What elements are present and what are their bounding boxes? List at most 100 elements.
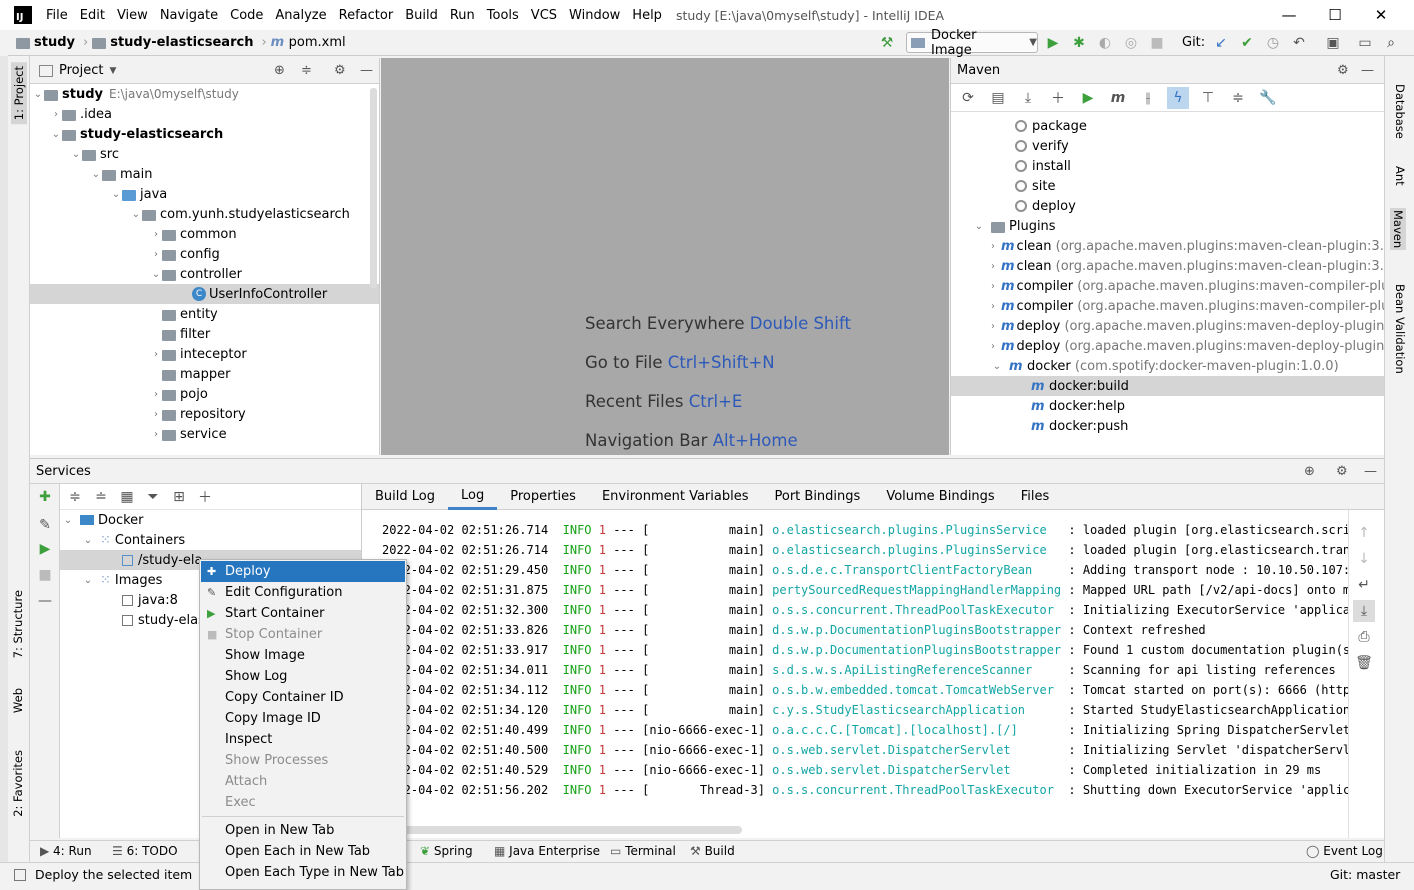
add-icon[interactable]: ＋ (1047, 87, 1069, 109)
tree-row[interactable]: ⌄ controller (30, 264, 379, 284)
menu-file[interactable]: File (46, 8, 68, 23)
panel-toggle-icon[interactable] (14, 869, 26, 881)
tree-row[interactable]: ⌄ study-elasticsearch (30, 124, 379, 144)
log-console[interactable]: 2022-04-02 02:51:26.714 INFO 1 --- [ mai… (362, 510, 1348, 838)
tab-volume-bindings[interactable]: Volume Bindings (873, 484, 1007, 510)
lifecycle-item[interactable]: verify (951, 136, 1384, 156)
menu-vcs[interactable]: VCS (531, 8, 557, 23)
debug-icon[interactable]: ✱ (1068, 32, 1090, 54)
lifecycle-item[interactable]: install (951, 156, 1384, 176)
new-tab-icon[interactable]: ⊞ (168, 486, 190, 508)
collapse-all-icon[interactable]: ≑ (301, 63, 312, 78)
locate-icon[interactable]: ⊕ (1304, 464, 1315, 479)
tool-tab-run[interactable]: ▶ 4: Run (40, 844, 92, 858)
menu-item-open-in-new-tab[interactable]: Open in New Tab (201, 820, 405, 841)
tool-tab-bean-validation[interactable]: Bean Validation (1393, 284, 1407, 374)
group-by-icon[interactable]: ▦ (116, 486, 138, 508)
locate-icon[interactable]: ⊕ (274, 63, 285, 78)
arrow-up-icon[interactable]: ↑ (1353, 522, 1375, 544)
filter-icon[interactable]: ⏷ (142, 486, 164, 508)
stop-icon[interactable]: ■ (1146, 32, 1168, 54)
tree-row[interactable]: ⌄ src (30, 144, 379, 164)
tool-tab-terminal[interactable]: ▭ Terminal (610, 844, 676, 858)
menu-edit[interactable]: Edit (80, 8, 105, 23)
tree-row[interactable]: › inteceptor (30, 344, 379, 364)
menu-item-show-processes[interactable]: Show Processes (201, 750, 405, 771)
plugin-item[interactable]: › m deploy (org.apache.maven.plugins:maven… (951, 336, 1384, 356)
menu-build[interactable]: Build (405, 8, 438, 23)
menu-item-inspect[interactable]: Inspect (201, 729, 405, 750)
tool-tab-favorites[interactable]: 2: Favorites (11, 750, 25, 817)
hide-icon[interactable]: — (1361, 63, 1374, 78)
build-hammer-icon[interactable]: ⚒ (876, 32, 898, 54)
tree-row[interactable]: entity (30, 304, 379, 324)
collapse-all-icon[interactable]: ≑ (1227, 87, 1249, 109)
tree-row[interactable]: ⌄ com.yunh.studyelasticsearch (30, 204, 379, 224)
goal-item[interactable]: m docker:help (951, 396, 1384, 416)
goal-item-selected[interactable]: m docker:build (951, 376, 1384, 396)
add-service-icon[interactable]: ＋ (194, 486, 216, 508)
menu-item-exec[interactable]: Exec (201, 792, 405, 813)
presentation-icon[interactable]: ▭ (1354, 32, 1376, 54)
run-icon[interactable]: ▶ (1077, 87, 1099, 109)
project-title[interactable]: Project (59, 63, 103, 78)
breadcrumb-study[interactable]: study (34, 35, 75, 50)
tree-row[interactable]: ⌄ study E:\java\0myself\study (30, 84, 379, 104)
run-icon[interactable]: ▶ (34, 538, 56, 560)
tool-tab-java-enterprise[interactable]: ▦ Java Enterprise (494, 844, 600, 858)
gear-icon[interactable]: ⚙ (1336, 464, 1348, 479)
search-icon[interactable]: ⌕ (1380, 32, 1402, 54)
skip-tests-icon[interactable]: ϟ (1167, 86, 1189, 109)
menu-help[interactable]: Help (632, 8, 662, 23)
menu-code[interactable]: Code (230, 8, 263, 23)
hide-icon[interactable]: — (1364, 464, 1377, 479)
menu-tools[interactable]: Tools (487, 8, 519, 23)
lifecycle-item[interactable]: package (951, 116, 1384, 136)
generate-sources-icon[interactable]: ▤ (987, 87, 1009, 109)
tool-tab-project[interactable]: 1: Project (11, 62, 27, 125)
tab-build-log[interactable]: Build Log (362, 484, 448, 510)
tree-row[interactable]: › common (30, 224, 379, 244)
breadcrumb-pom[interactable]: pom.xml (289, 35, 346, 50)
goal-item[interactable]: m docker:push (951, 416, 1384, 436)
menu-window[interactable]: Window (569, 8, 620, 23)
menu-item-stop-container[interactable]: ■ Stop Container (201, 624, 405, 645)
trash-icon[interactable]: 🗑 (1353, 652, 1375, 674)
execute-goal-icon[interactable]: m (1107, 87, 1129, 109)
toggle-offline-icon[interactable]: ⫲ (1137, 87, 1159, 109)
collapse-all-icon[interactable]: ≐ (90, 486, 112, 508)
scrollbar[interactable] (370, 88, 377, 288)
plugin-item[interactable]: › m clean (org.apache.maven.plugins:maven-… (951, 256, 1384, 276)
expand-all-icon[interactable]: ≑ (64, 486, 86, 508)
breadcrumb-study-elasticsearch[interactable]: study-elasticsearch (110, 35, 253, 50)
menu-item-show-log[interactable]: Show Log (201, 666, 405, 687)
lifecycle-item[interactable]: deploy (951, 196, 1384, 216)
menu-run[interactable]: Run (450, 8, 475, 23)
tool-tab-web[interactable]: Web (11, 688, 25, 713)
tree-row[interactable]: ⌄ main (30, 164, 379, 184)
run-config-select[interactable]: Docker Image ▼ (906, 28, 1038, 58)
tree-row-selected[interactable]: C UserInfoController (30, 284, 379, 304)
profile-icon[interactable]: ◎ (1120, 32, 1142, 54)
tree-row[interactable]: › repository (30, 404, 379, 424)
stop-icon[interactable]: ■ (34, 564, 56, 586)
soft-wrap-icon[interactable]: ↵ (1353, 574, 1375, 596)
menu-item-open-each-in-new-tab[interactable]: Open Each in New Tab (201, 841, 405, 862)
deploy-icon[interactable]: ✚ (34, 486, 56, 508)
git-history-icon[interactable]: ◷ (1262, 32, 1284, 54)
run-icon[interactable]: ▶ (1042, 32, 1064, 54)
menu-item-copy-container-id[interactable]: Copy Container ID (201, 687, 405, 708)
gear-icon[interactable]: ⚙ (334, 63, 346, 78)
menu-item-deploy[interactable]: ✚ Deploy (201, 561, 405, 582)
close-icon[interactable]: ✕ (1358, 0, 1404, 30)
menu-item-show-image[interactable]: Show Image (201, 645, 405, 666)
plugin-item[interactable]: › m compiler (org.apache.maven.plugins:mav… (951, 296, 1384, 316)
git-branch[interactable]: Git: master (1330, 867, 1400, 882)
lifecycle-item[interactable]: site (951, 176, 1384, 196)
reload-icon[interactable]: ⟳ (957, 87, 979, 109)
menu-item-edit-configuration[interactable]: ✎ Edit Configuration (201, 582, 405, 603)
coverage-icon[interactable]: ◐ (1094, 32, 1116, 54)
git-commit-icon[interactable]: ✔ (1236, 32, 1258, 54)
arrow-down-icon[interactable]: ↓ (1353, 548, 1375, 570)
tab-files[interactable]: Files (1008, 484, 1063, 510)
